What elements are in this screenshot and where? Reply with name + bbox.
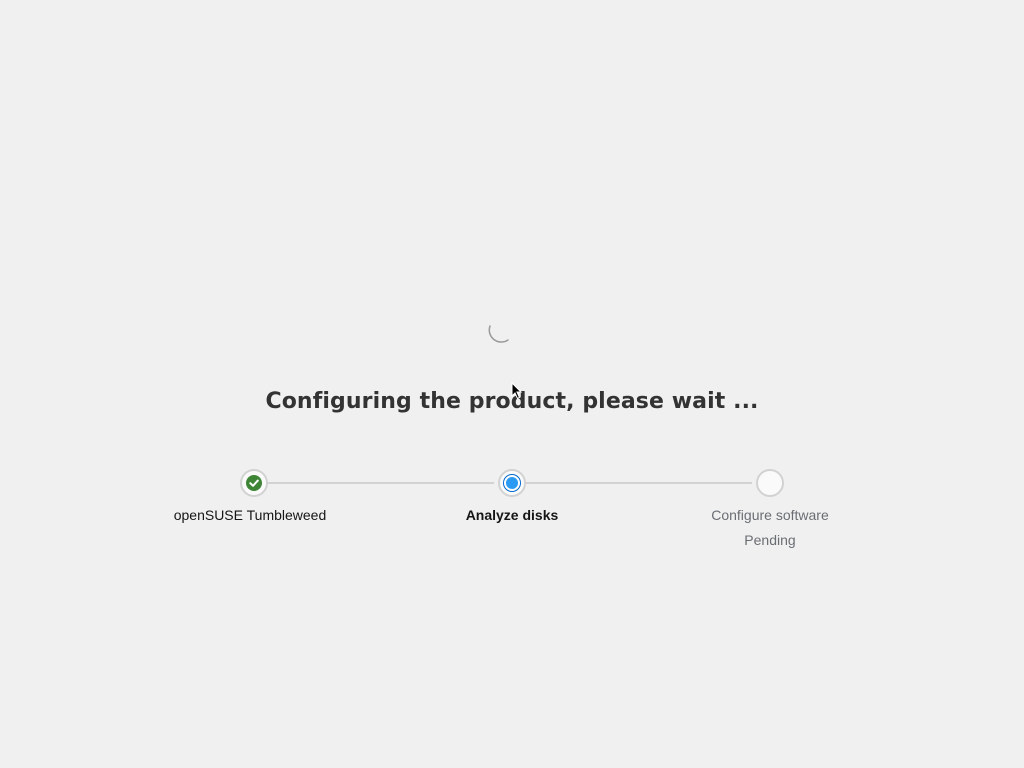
check-circle-icon [246, 475, 262, 491]
progress-stepper: openSUSE Tumbleweed Analyze disks Config… [0, 468, 1024, 558]
installer-progress-screen: Configuring the product, please wait ...… [0, 0, 1024, 768]
step-label: Analyze disks [465, 507, 559, 523]
step-complete: openSUSE Tumbleweed [154, 468, 354, 525]
pending-step-icon [756, 469, 784, 497]
step-label: Configure software [711, 507, 829, 523]
step-status: Pending [744, 532, 796, 548]
step-label: openSUSE Tumbleweed [173, 507, 327, 523]
step-pending: Configure software Pending [670, 468, 870, 550]
step-node [498, 469, 526, 497]
mouse-pointer-icon [511, 382, 523, 400]
current-step-dot [504, 475, 520, 491]
step-current: Analyze disks [412, 468, 612, 525]
spinner-icon [488, 325, 509, 343]
step-node [240, 469, 268, 497]
